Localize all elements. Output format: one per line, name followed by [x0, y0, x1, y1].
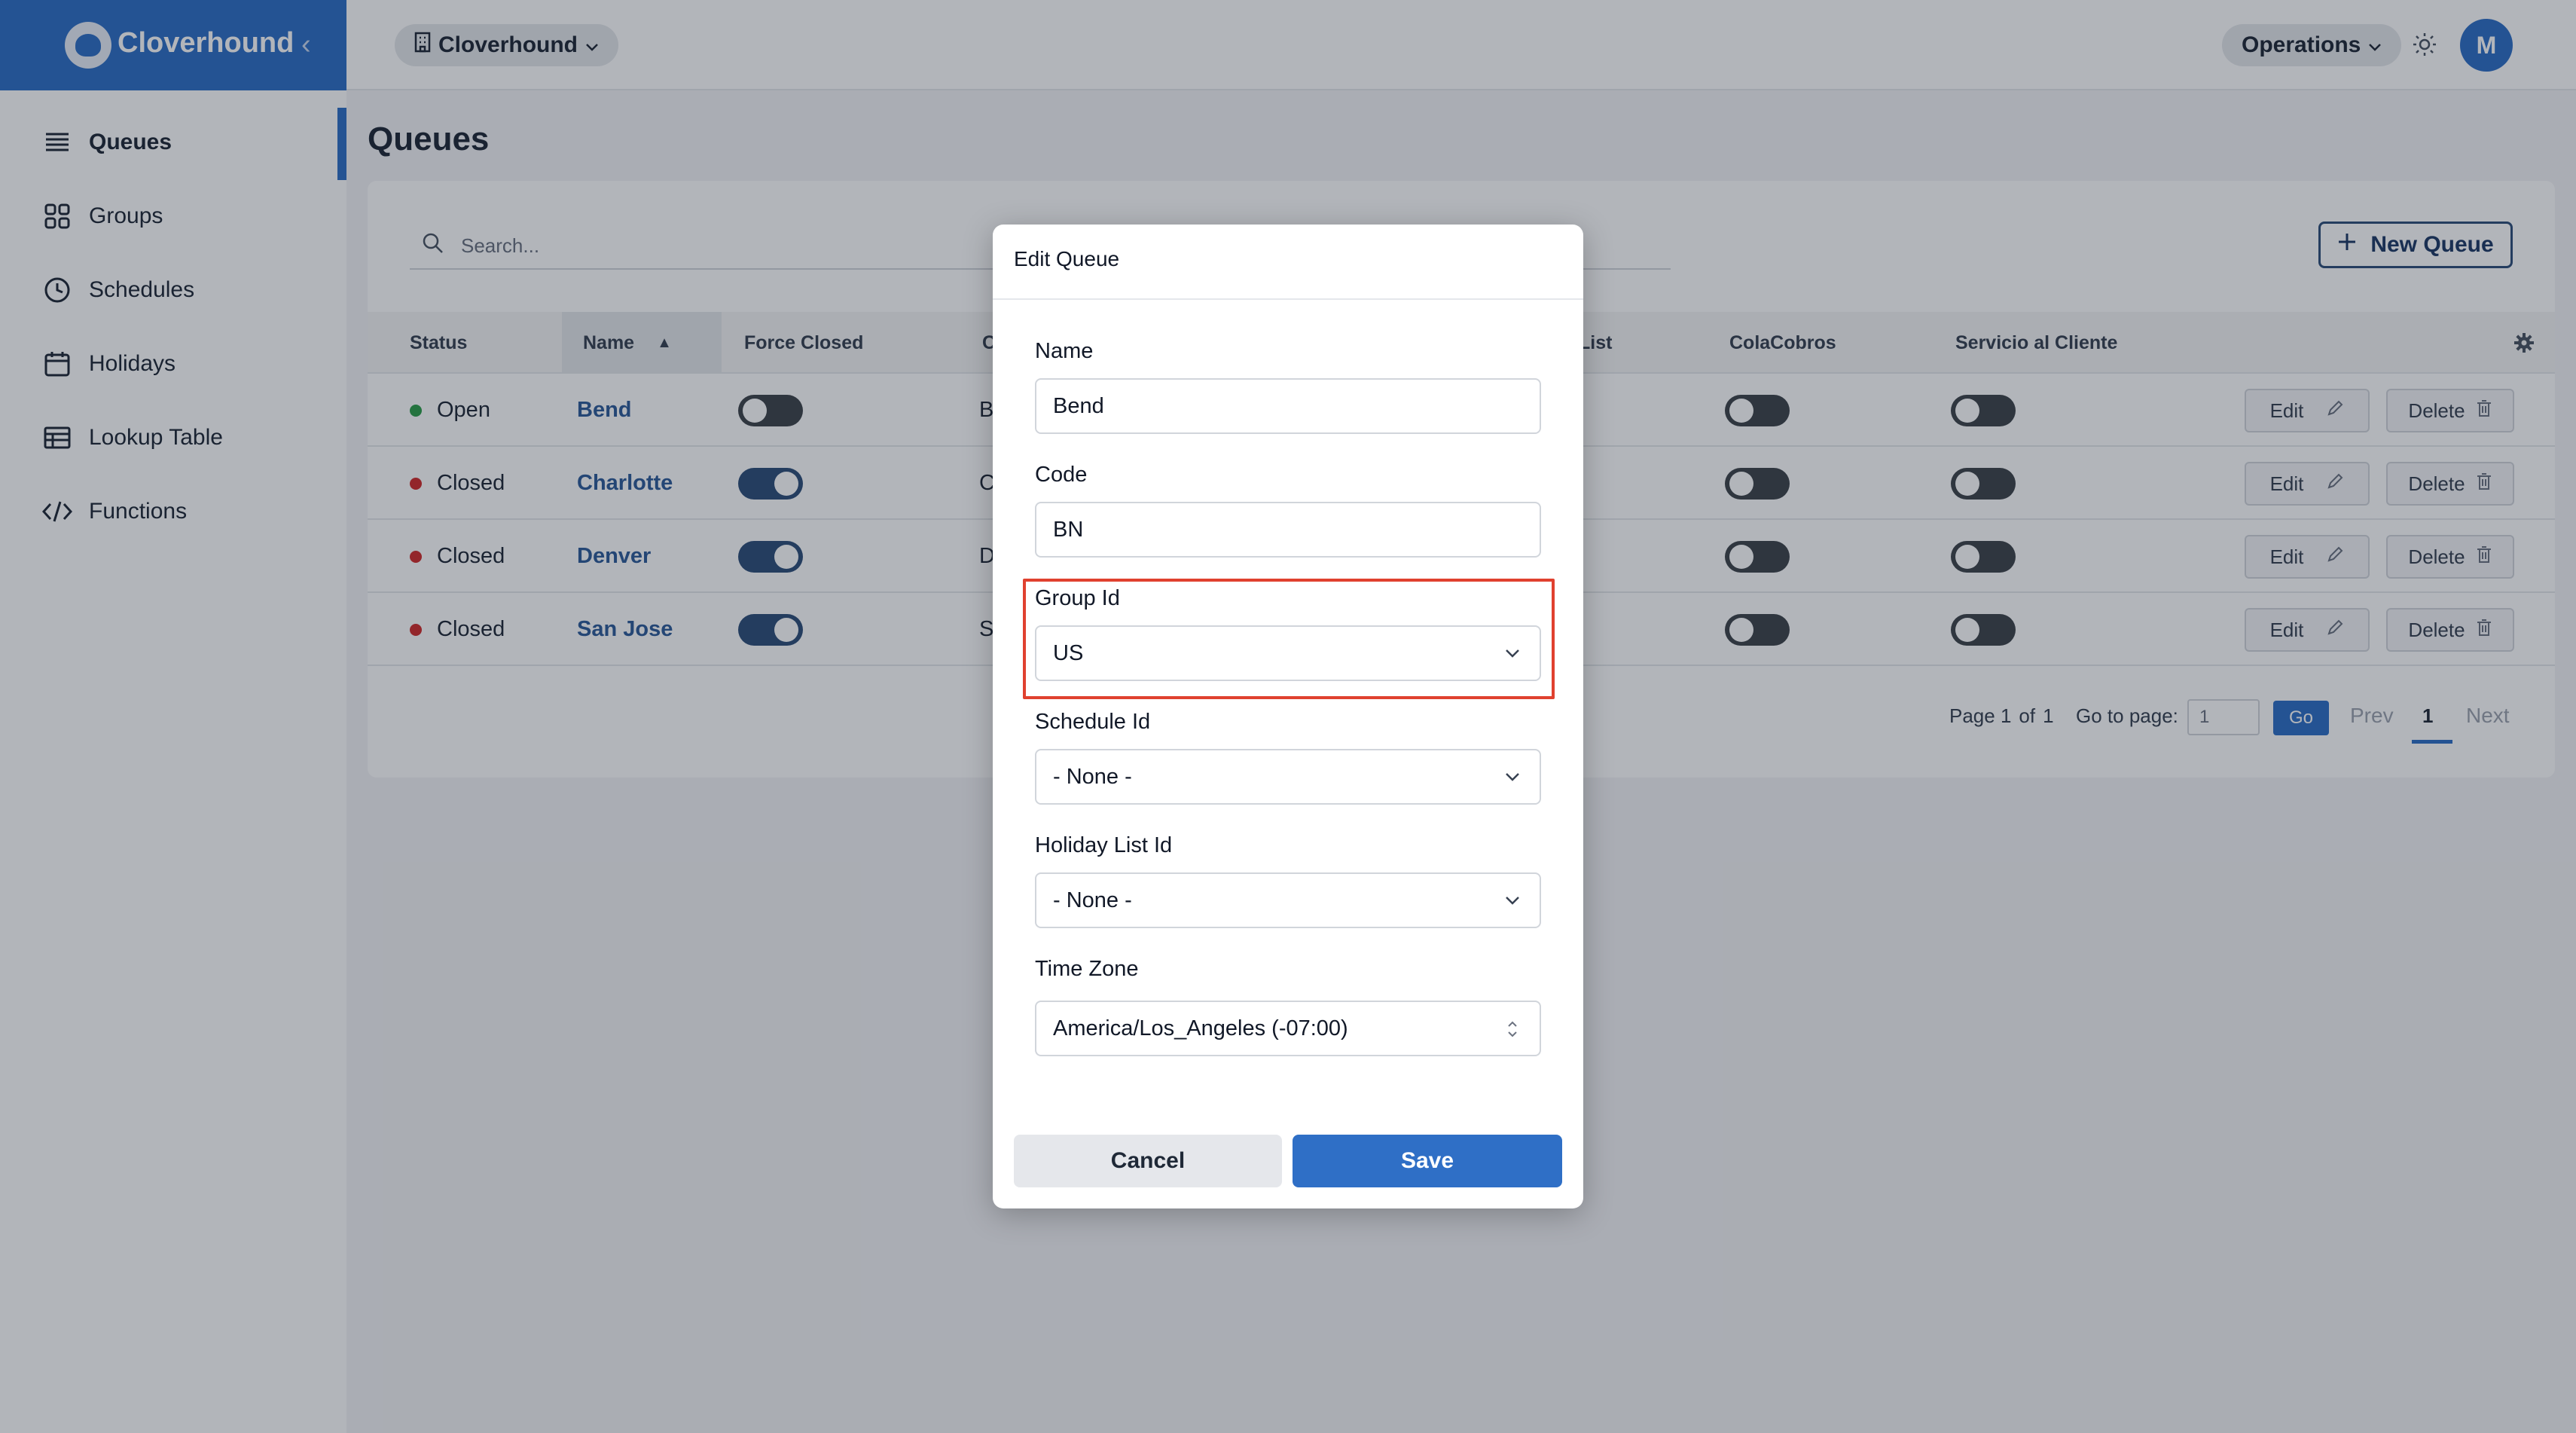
holiday-list-id-label: Holiday List Id — [1035, 833, 1173, 857]
updown-chevron-icon — [1503, 1019, 1521, 1046]
schedule-id-select[interactable]: - None - — [1035, 749, 1541, 805]
time-zone-label: Time Zone — [1035, 957, 1139, 981]
modal-title: Edit Queue — [1014, 247, 1120, 270]
name-field-value: Bend — [1053, 393, 1104, 418]
name-field[interactable]: Bend — [1035, 378, 1541, 434]
time-zone-select[interactable]: America/Los_Angeles (-07:00) — [1035, 1001, 1541, 1056]
chevron-down-icon — [1503, 891, 1521, 915]
schedule-id-label: Schedule Id — [1035, 710, 1151, 734]
time-zone-value: America/Los_Angeles (-07:00) — [1053, 1016, 1348, 1040]
code-field[interactable]: BN — [1035, 502, 1541, 558]
chevron-down-icon — [1503, 767, 1521, 792]
group-id-value: US — [1053, 640, 1084, 665]
holiday-list-id-value: - None - — [1053, 888, 1132, 912]
modal-divider — [993, 298, 1583, 300]
cancel-button[interactable]: Cancel — [1014, 1135, 1282, 1187]
schedule-id-value: - None - — [1053, 764, 1132, 789]
chevron-down-icon — [1503, 643, 1521, 668]
code-field-value: BN — [1053, 517, 1084, 542]
save-button[interactable]: Save — [1293, 1135, 1562, 1187]
edit-queue-modal: Edit Queue Name Bend Code BN Group Id US… — [993, 225, 1583, 1208]
group-id-select[interactable]: US — [1035, 625, 1541, 681]
code-label: Code — [1035, 463, 1088, 487]
group-id-label: Group Id — [1035, 586, 1120, 610]
name-label: Name — [1035, 339, 1094, 363]
holiday-list-id-select[interactable]: - None - — [1035, 872, 1541, 928]
